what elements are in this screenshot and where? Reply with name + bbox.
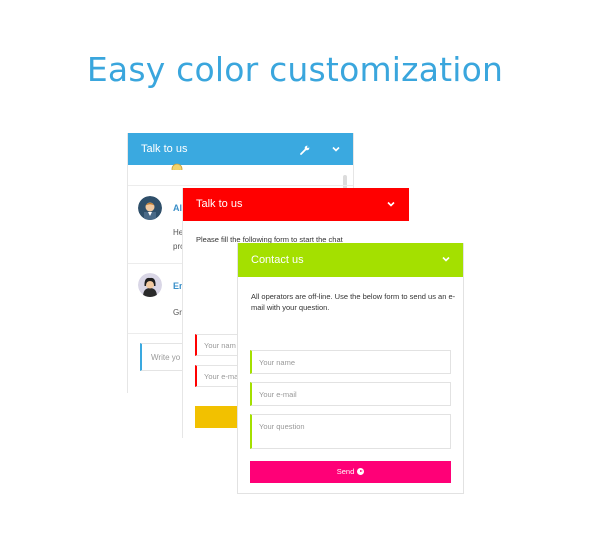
arrow-right-circle-icon: [357, 468, 365, 475]
offline-message: All operators are off-line. Use the belo…: [251, 292, 456, 312]
avatar: [138, 196, 162, 220]
chat-title: Talk to us: [141, 143, 188, 155]
chevron-down-icon[interactable]: [386, 188, 400, 220]
chat-header[interactable]: Talk to us: [183, 188, 409, 221]
chat-title: Talk to us: [196, 198, 243, 210]
contact-widget-green: Contact us All operators are off-line. U…: [237, 243, 464, 494]
chevron-down-icon[interactable]: [441, 243, 455, 275]
chat-header[interactable]: Talk to us: [128, 133, 353, 165]
wrench-icon[interactable]: [299, 143, 311, 155]
headline: Easy color customization: [86, 50, 504, 89]
divider: [128, 185, 353, 186]
smiley-icon: [171, 162, 183, 170]
contact-header[interactable]: Contact us: [238, 243, 463, 277]
send-button[interactable]: Send: [250, 461, 451, 483]
name-field[interactable]: Your name: [250, 350, 451, 374]
contact-title: Contact us: [251, 254, 304, 266]
send-label: Send: [336, 467, 355, 476]
question-field[interactable]: Your question: [250, 414, 451, 449]
chevron-down-icon[interactable]: [331, 133, 345, 165]
email-field[interactable]: Your e-mail: [250, 382, 451, 406]
avatar: [138, 273, 162, 297]
message-author: Al: [173, 203, 182, 213]
